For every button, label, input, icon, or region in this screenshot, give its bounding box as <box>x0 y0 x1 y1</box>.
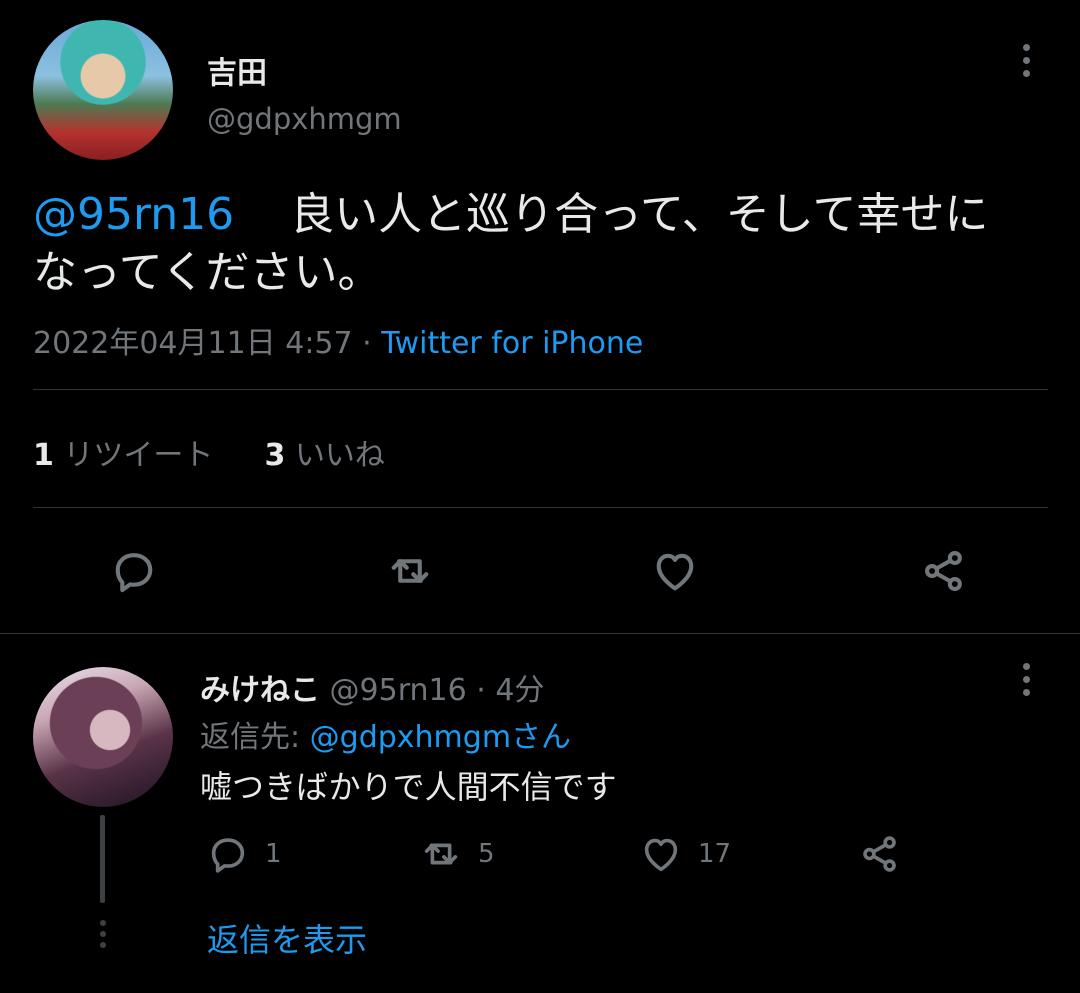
reply-like-count: 17 <box>698 839 732 869</box>
retweet-icon <box>424 843 458 865</box>
like-stat[interactable]: 3 いいね <box>265 438 385 473</box>
divider <box>33 389 1048 390</box>
reply-retweet-button[interactable]: 5 <box>418 831 495 877</box>
reply-icon[interactable] <box>104 541 164 601</box>
reply-reply-count: 1 <box>265 839 282 869</box>
thread-dots <box>100 920 106 953</box>
tweet-text-line2: なってください。 <box>33 247 382 298</box>
divider <box>33 507 1048 508</box>
tweet-text: @95rn16 良い人と巡り合って、そして幸せに なってください。 <box>33 186 1043 302</box>
reply-to-handle[interactable]: @gdpxhmgmさん <box>310 720 571 755</box>
like-icon[interactable] <box>645 541 705 601</box>
retweet-label: リツイート <box>63 438 214 473</box>
reply-icon <box>211 838 245 873</box>
retweet-count: 1 <box>33 438 54 473</box>
share-icon[interactable] <box>914 541 974 601</box>
reply-author-name[interactable]: みけねこ <box>200 673 320 708</box>
show-replies-link[interactable]: 返信を表示 <box>207 915 367 961</box>
author-name[interactable]: 吉田 <box>207 48 267 92</box>
reply-share-button[interactable] <box>857 831 917 877</box>
reply-reply-button[interactable]: 1 <box>205 831 282 877</box>
like-label: いいね <box>294 438 385 473</box>
retweet-icon[interactable] <box>380 541 440 601</box>
section-divider <box>0 633 1080 634</box>
author-avatar[interactable] <box>33 20 173 160</box>
reply-to: 返信先: @gdpxhmgmさん <box>200 712 571 756</box>
reply-author-handle[interactable]: @95rn16 <box>330 673 467 708</box>
reply-retweet-count: 5 <box>478 839 495 869</box>
reply-author-avatar[interactable] <box>33 667 173 807</box>
retweet-stat[interactable]: 1 リツイート <box>33 438 213 473</box>
thread-line <box>100 815 105 903</box>
mention-link[interactable]: @95rn16 <box>33 189 234 240</box>
reply-like-button[interactable]: 17 <box>638 831 731 877</box>
like-count: 3 <box>264 438 286 473</box>
tweet-source[interactable]: Twitter for iPhone <box>381 326 643 361</box>
reply-time[interactable]: · 4分 <box>476 673 544 708</box>
author-handle[interactable]: @gdpxhmgm <box>207 102 402 136</box>
tweet-meta: 2022年04月11日 4:57 · Twitter for iPhone <box>33 318 643 362</box>
tweet-stats: 1 リツイート 3 いいね <box>33 430 385 474</box>
reply-more-options-icon[interactable] <box>1023 663 1031 702</box>
like-icon <box>644 838 678 872</box>
reply-to-prefix: 返信先: <box>200 720 310 755</box>
tweet-text-line1: 良い人と巡り合って、そして幸せに <box>290 189 989 240</box>
reply-text: 嘘つきばかりで人間不信です <box>200 768 617 806</box>
share-icon <box>863 836 896 872</box>
reply-header: みけねこ @95rn16 · 4分 <box>200 665 544 709</box>
meta-separator: · <box>352 326 382 361</box>
more-options-icon[interactable] <box>1023 44 1031 83</box>
tweet-timestamp[interactable]: 2022年04月11日 4:57 <box>33 326 353 361</box>
